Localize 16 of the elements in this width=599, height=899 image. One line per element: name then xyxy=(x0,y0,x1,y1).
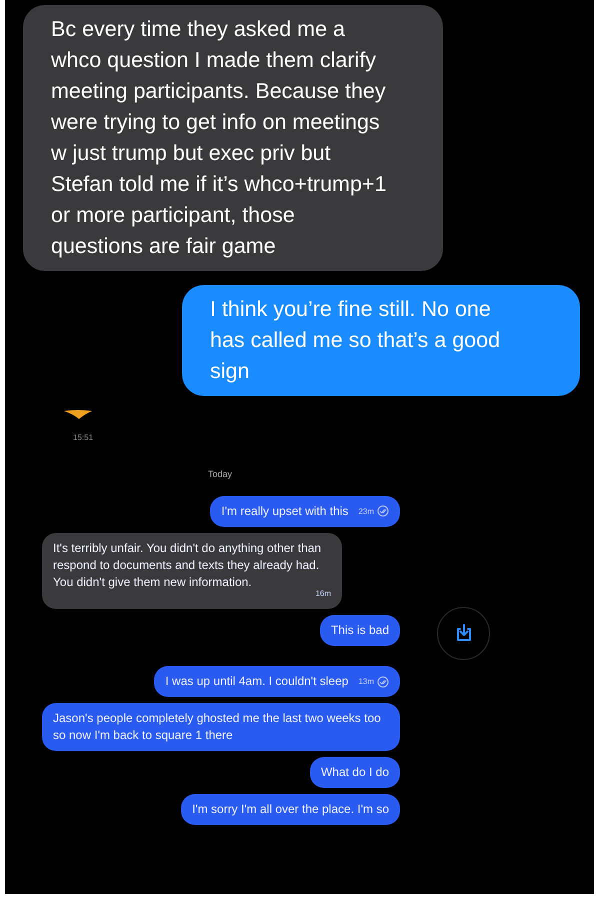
message-time: 23m xyxy=(358,506,374,518)
message-bubble: I'm really upset with this 23m xyxy=(210,496,400,527)
message-time: 13m xyxy=(358,676,374,688)
message-bubble: It's terribly unfair. You didn't do anything other than respond to documents and texts they already had. You didn't give them new information. 16m xyxy=(42,532,342,609)
message-bubble: What do I do xyxy=(310,757,400,788)
message-bubble: I was up until 4am. I couldn't sleep 13m xyxy=(154,666,400,698)
message-bubble: This is bad xyxy=(320,614,400,646)
message-bubble: Jason's people completely ghosted me the last two weeks too so now I'm back to square 1 there xyxy=(42,703,400,752)
message-bubble: I'm sorry I'm all over the place. I'm so xyxy=(181,794,400,826)
partial-emoji-icon xyxy=(63,408,93,420)
message-bubble: Bc every time they asked me a whco question I made them clarify meeting participants. Because they were trying to get info on meetings w just trump but exec priv but Stefan told me if it’s whco+trump+1 or more participant, those questions are fair game xyxy=(23,5,443,271)
date-divider: Today xyxy=(208,468,232,481)
message-time: 15:51 xyxy=(73,432,94,444)
message-bubble: I think you’re fine still. No one has called me so that’s a good sign xyxy=(182,285,580,396)
share-button[interactable] xyxy=(437,606,490,660)
message-time: 16m xyxy=(315,588,331,600)
